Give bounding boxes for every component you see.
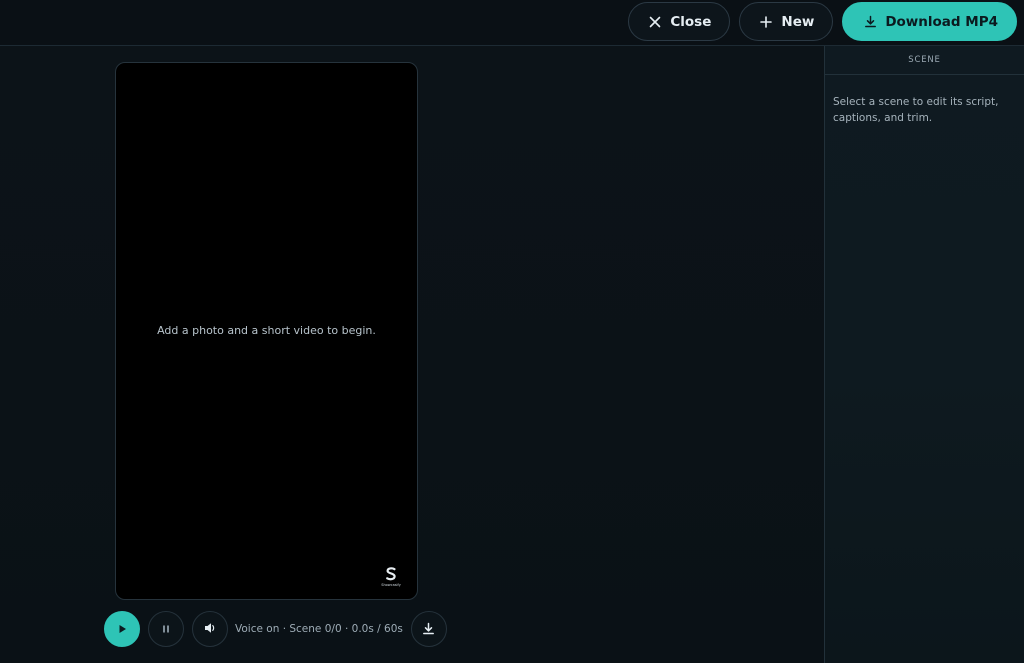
volume-icon — [203, 620, 217, 639]
video-preview[interactable]: Add a photo and a short video to begin. … — [115, 62, 418, 600]
top-bar: Close New Download MP4 — [0, 0, 1024, 46]
empty-preview-message: Add a photo and a short video to begin. — [157, 324, 376, 337]
pause-button[interactable] — [148, 611, 184, 647]
play-icon — [116, 620, 128, 639]
top-actions: Close New Download MP4 — [628, 2, 1017, 41]
scene-panel-hint: Select a scene to edit its script, capti… — [833, 96, 999, 124]
new-label: New — [781, 13, 815, 30]
plus-icon — [759, 15, 773, 29]
new-button[interactable]: New — [739, 2, 834, 41]
volume-button[interactable] — [192, 611, 228, 647]
playback-status: Voice on · Scene 0/0 · 0.0s / 60s — [235, 623, 403, 635]
player-controls: Voice on · Scene 0/0 · 0.0s / 60s — [104, 611, 447, 647]
download-label: Download MP4 — [885, 13, 998, 30]
scene-panel: SCENE Select a scene to edit its script,… — [824, 46, 1024, 663]
watermark-text: Showcasify — [381, 583, 401, 587]
close-button[interactable]: Close — [628, 2, 731, 41]
download-icon — [863, 15, 877, 29]
download-icon — [422, 620, 435, 639]
download-video-button[interactable] — [410, 611, 447, 647]
logo-icon — [386, 567, 396, 581]
scene-panel-title: SCENE — [825, 46, 1024, 75]
play-button[interactable] — [104, 611, 140, 647]
watermark-logo: Showcasify — [380, 566, 402, 588]
pause-icon — [160, 620, 172, 639]
download-mp4-button[interactable]: Download MP4 — [842, 2, 1017, 41]
close-label: Close — [670, 13, 712, 30]
close-icon — [648, 15, 662, 29]
editor-main: Add a photo and a short video to begin. … — [0, 46, 824, 663]
